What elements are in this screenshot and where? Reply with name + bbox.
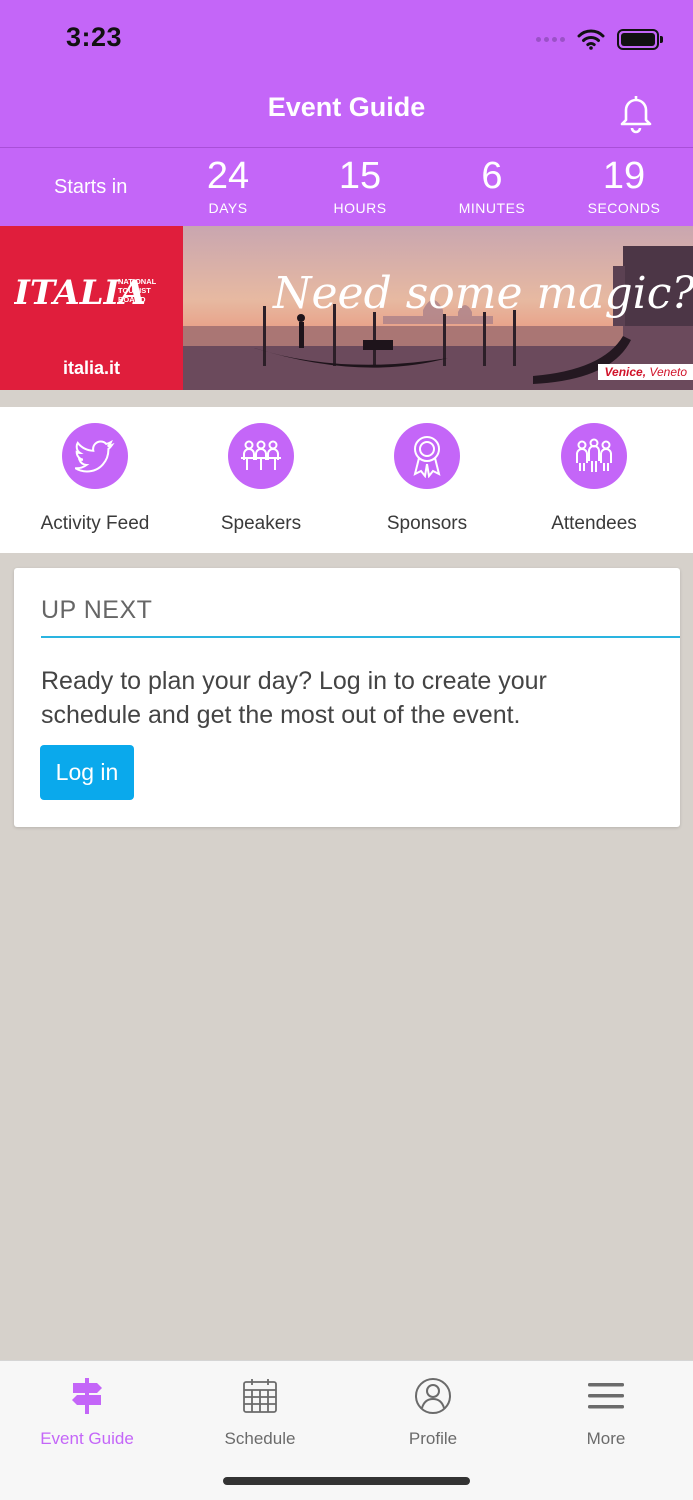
quicknav-label: Attendees: [551, 513, 637, 534]
countdown-hours-value: 15: [338, 155, 382, 197]
countdown-days-label: DAYS: [208, 200, 248, 216]
location-region: Veneto: [649, 365, 687, 379]
bell-icon[interactable]: [614, 90, 658, 134]
up-next-title: UP NEXT: [41, 596, 153, 624]
user-circle-icon: [358, 1373, 508, 1419]
tab-more[interactable]: More: [531, 1373, 681, 1449]
countdown-seconds-label: SECONDS: [587, 200, 661, 216]
countdown-seconds: 19 SECONDS: [574, 156, 674, 216]
battery-icon: [617, 28, 663, 50]
tab-label: Profile: [408, 1429, 458, 1448]
countdown-minutes-label: MINUTES: [458, 200, 526, 216]
status-time: 3:23: [66, 22, 123, 52]
top-header: 3:23 Event Guide Starts in 24 DAYS 15 HO…: [0, 0, 693, 226]
countdown-seconds-value: 19: [602, 155, 646, 197]
svg-text:Need some magic?: Need some magic?: [272, 268, 693, 319]
quicknav-label: Sponsors: [386, 513, 468, 534]
svg-text:TOURIST: TOURIST: [118, 286, 151, 295]
twitter-bird-icon: [62, 423, 128, 489]
quicknav-sponsors[interactable]: Sponsors: [347, 423, 507, 535]
signpost-icon: [12, 1373, 162, 1419]
page-title: Event Guide: [267, 92, 426, 122]
attendees-icon: [561, 423, 627, 489]
up-next-card: UP NEXT Ready to plan your day? Log in t…: [14, 568, 680, 827]
tab-label: More: [586, 1429, 626, 1448]
countdown-label: Starts in: [54, 176, 128, 198]
countdown-minutes: 6 MINUTES: [442, 156, 542, 216]
tab-event-guide[interactable]: Event Guide: [12, 1373, 162, 1449]
tab-label: Schedule: [224, 1429, 296, 1448]
quicknav-attendees[interactable]: Attendees: [514, 423, 674, 535]
up-next-message: Ready to plan your day? Log in to create…: [41, 667, 547, 729]
quicknav-activity-feed[interactable]: Activity Feed: [15, 423, 175, 535]
location-caption: Venice, Veneto: [598, 364, 693, 380]
quicknav-label: Speakers: [220, 513, 302, 534]
quick-nav: Activity Feed Speakers Sponsors Attendee…: [0, 407, 693, 553]
svg-text:NATIONAL: NATIONAL: [118, 277, 157, 286]
wifi-icon: [577, 29, 605, 50]
location-city: Venice,: [604, 365, 647, 379]
tab-label: Event Guide: [40, 1429, 134, 1448]
up-next-divider: [41, 636, 680, 638]
countdown-days: 24 DAYS: [178, 156, 278, 216]
italia-logo: ITALIA NATIONAL TOURIST BOARD: [14, 273, 157, 313]
tab-schedule[interactable]: Schedule: [185, 1373, 335, 1449]
tab-profile[interactable]: Profile: [358, 1373, 508, 1449]
cellular-signal-icon: [536, 36, 565, 42]
sponsor-banner[interactable]: ITALIA NATIONAL TOURIST BOARD italia.it: [0, 226, 693, 390]
countdown-hours-label: HOURS: [333, 200, 387, 216]
countdown-hours: 15 HOURS: [310, 156, 410, 216]
banner-brand-panel: ITALIA NATIONAL TOURIST BOARD italia.it: [0, 226, 183, 390]
countdown-days-value: 24: [206, 155, 250, 197]
login-button[interactable]: Log in: [40, 745, 134, 800]
countdown-minutes-value: 6: [481, 155, 503, 197]
svg-text:BOARD: BOARD: [118, 295, 146, 304]
hamburger-menu-icon: [531, 1373, 681, 1419]
speakers-icon: [228, 423, 294, 489]
calendar-icon: [185, 1373, 335, 1419]
brand-url: italia.it: [62, 358, 120, 378]
status-indicators: [536, 24, 663, 54]
event-countdown: Starts in 24 DAYS 15 HOURS 6 MINUTES 19 …: [0, 148, 693, 226]
home-indicator[interactable]: [223, 1477, 470, 1485]
quicknav-speakers[interactable]: Speakers: [181, 423, 341, 535]
quicknav-label: Activity Feed: [40, 513, 150, 534]
ribbon-award-icon: [394, 423, 460, 489]
